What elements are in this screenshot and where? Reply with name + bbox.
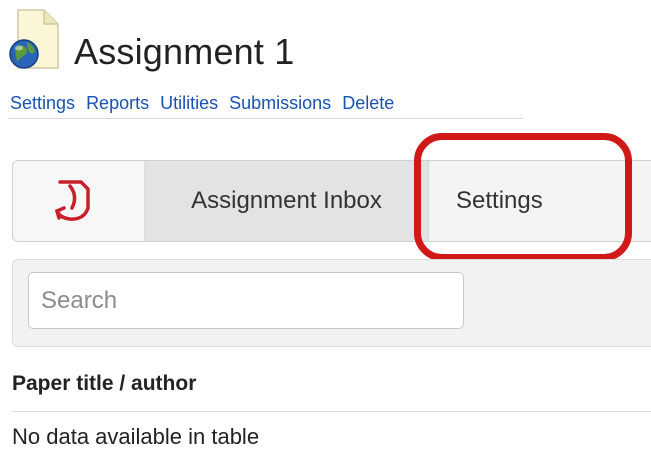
- delete-link[interactable]: Delete: [342, 93, 394, 113]
- column-header-paper-title[interactable]: Paper title / author: [12, 372, 196, 396]
- tab-assignment-inbox[interactable]: Assignment Inbox: [145, 161, 429, 241]
- document-globe-icon: [8, 8, 60, 72]
- table-empty-message: No data available in table: [12, 424, 260, 449]
- divider: [8, 118, 523, 119]
- highlight-annotation: [414, 133, 632, 261]
- search-input[interactable]: [28, 272, 464, 329]
- page-title: Assignment 1: [74, 31, 295, 72]
- table-header-divider: [12, 411, 651, 412]
- utilities-link[interactable]: Utilities: [160, 93, 218, 113]
- page-header: Assignment 1: [0, 0, 651, 90]
- submissions-link[interactable]: Submissions: [229, 93, 331, 113]
- turnitin-logo-icon: [55, 180, 90, 221]
- assignment-action-links: Settings Reports Utilities Submissions D…: [10, 93, 400, 115]
- settings-link[interactable]: Settings: [10, 93, 75, 113]
- reports-link[interactable]: Reports: [86, 93, 149, 113]
- tab-turnitin-home[interactable]: [13, 161, 145, 241]
